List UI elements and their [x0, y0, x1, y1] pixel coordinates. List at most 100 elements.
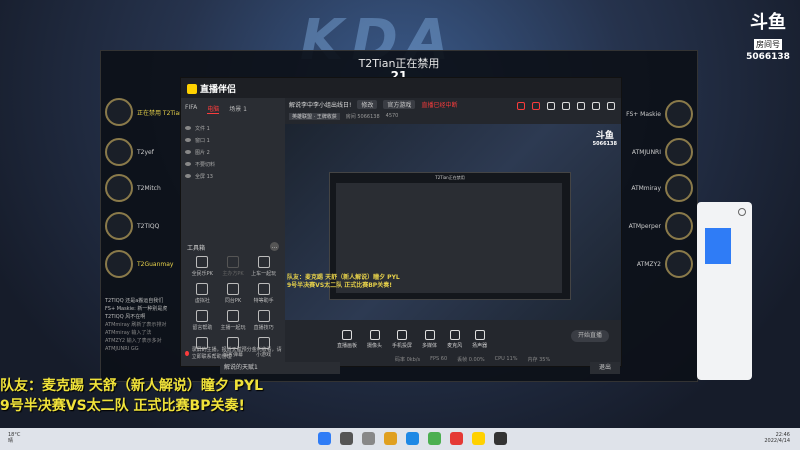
tool-item[interactable]: 直播技巧 [248, 310, 279, 331]
more-icon[interactable]: … [270, 242, 279, 251]
scene-source-list: 文件 1 窗口 1 图片 2 不要切料 全屏 13 [181, 120, 285, 184]
start-stream-button[interactable]: 开始直播 [571, 330, 609, 342]
edge-icon[interactable] [406, 432, 419, 445]
close-icon[interactable] [607, 102, 615, 110]
category-button[interactable]: 官方游戏 [383, 100, 416, 109]
game-chat-log: T2TIQQ 还是a搬运自我们 FS+ Maskie: 新一种别是虎 T2TIQ… [105, 297, 185, 353]
toolbox-grid: 全民乐PK 主办方PK 上车一起玩 虚拟社 同台PK 特等助手 留言帮助 主播一起玩 直播技巧留… [187, 256, 279, 358]
tab-scene[interactable]: 场景 1 [229, 104, 247, 114]
tool-item[interactable]: 特等助手 [248, 283, 279, 304]
tool-item[interactable]: 虚拟社 [187, 283, 218, 304]
tool-item[interactable]: 主办方PK [218, 256, 249, 277]
app-logo-icon [187, 84, 197, 94]
left-player-slot: 正在禁用 T2Tian [105, 95, 183, 129]
bag-icon[interactable] [532, 102, 540, 110]
tool-icon [196, 256, 209, 268]
eye-icon[interactable] [185, 126, 191, 130]
nested-title: T2Tian正在禁用 [435, 175, 465, 180]
room-number: 5066138 [746, 52, 790, 62]
chat-line: ATMZY2 输入了表示多对 [105, 338, 162, 344]
edit-title-button[interactable]: 修改 [357, 100, 378, 109]
gift-icon[interactable] [517, 102, 525, 110]
right-player-slot: ATMmiray [617, 171, 693, 205]
clock-date: 2022/4/14 [764, 438, 790, 444]
stream-app-icon[interactable] [472, 432, 485, 445]
task-view-icon[interactable] [362, 432, 375, 445]
game-icon[interactable] [494, 432, 507, 445]
start-icon[interactable] [318, 432, 331, 445]
taskbar: 18°C 晴 22:46 2022/4/14 [0, 428, 800, 450]
left-player-slot: T2yef [105, 135, 181, 169]
stream-preview[interactable]: 斗鱼 5066138 T2Tian正在禁用 队友：麦克踢 天舒（新人解说）瞳夕 P… [285, 124, 621, 320]
scene-tabs: FIFA 电脑 场景 1 [181, 98, 285, 120]
right-player-slot: ATMZY2 [617, 247, 693, 281]
toolbar-button[interactable]: 麦克风 [447, 329, 462, 349]
chat-line: ATMmiray 输入了法 [105, 330, 152, 336]
chat-line: T2TIQQ 还是a搬运自我们 [105, 298, 164, 304]
tool-icon [257, 310, 270, 322]
browser-icon[interactable] [428, 432, 441, 445]
minimize-icon[interactable] [577, 102, 585, 110]
tool-icon [257, 283, 270, 295]
app-icon[interactable] [450, 432, 463, 445]
tab-fifa[interactable]: FIFA [185, 104, 197, 114]
tool-icon [226, 256, 239, 268]
tool-item[interactable]: 留言帮助 [187, 310, 218, 331]
toolbar-icon [474, 329, 485, 340]
preview-douyu-logo: 斗鱼 5066138 [592, 131, 617, 147]
tool-item[interactable]: 同台PK [218, 283, 249, 304]
toolbar-icon [342, 329, 352, 340]
room-label: 房间号 [754, 39, 782, 50]
eye-icon[interactable] [185, 162, 191, 166]
eye-icon[interactable] [185, 138, 191, 142]
maximize-icon[interactable] [592, 102, 600, 110]
source-item[interactable]: 全屏 13 [185, 170, 281, 182]
weather-widget[interactable]: 18°C 晴 [8, 432, 20, 444]
category-tag[interactable]: 英雄联盟 · 王牌收获 [289, 112, 340, 120]
streaming-assistant-window: 直播伴侣 FIFA 电脑 场景 1 文件 1 窗口 1 图片 2 不要切料 全屏… [180, 77, 622, 367]
tab-computer[interactable]: 电脑 [207, 104, 220, 114]
app-titlebar: 直播伴侣 [181, 78, 621, 98]
tool-item[interactable]: 全民乐PK [187, 256, 218, 277]
tool-item[interactable]: 主播一起玩 [218, 310, 249, 331]
top-action-icons [517, 102, 615, 110]
exit-button[interactable]: 退出 [590, 362, 620, 374]
toolbar-button[interactable]: 直播画板 [337, 329, 357, 349]
eye-icon[interactable] [185, 174, 191, 178]
right-player-slot: FS+ Maskie [617, 97, 693, 131]
game-bottom-field[interactable]: 解说的天赋1 [220, 362, 340, 374]
chat-line: ATMmiray 刷新了表示排对 [105, 322, 167, 328]
room-id-text: 房间 5066138 [345, 113, 380, 120]
folder-icon[interactable] [384, 432, 397, 445]
system-tray[interactable]: 22:46 2022/4/14 [764, 432, 790, 444]
alert-icon [185, 350, 189, 356]
toolbar-button[interactable]: 摄像头 [367, 329, 382, 349]
toolbar-button[interactable]: 扬声器 [472, 329, 487, 349]
player-avatar [665, 212, 693, 240]
tool-icon [196, 310, 209, 322]
stream-caption: 队友：麦克踢 天舒（新人解说）瞳夕 PYL 9号半决赛VS太二队 正式比赛BP关… [0, 378, 264, 414]
search-icon[interactable] [340, 432, 353, 445]
toolbar-button[interactable]: 多媒体 [422, 329, 437, 349]
tool-icon [196, 283, 209, 295]
toolbar-icon [424, 329, 435, 340]
source-item[interactable]: 图片 2 [185, 146, 281, 158]
source-item[interactable]: 文件 1 [185, 122, 281, 134]
tool-icon [226, 310, 239, 322]
toolbar-icon [369, 329, 380, 340]
douyu-room-badge: 斗鱼 房间号 5066138 [742, 14, 794, 63]
left-player-slot: T2TIQQ [105, 209, 181, 243]
source-item[interactable]: 不要切料 [185, 158, 281, 170]
bell-icon[interactable] [562, 102, 570, 110]
toolbar-button[interactable]: 手机投屏 [392, 329, 412, 349]
tool-item[interactable]: 上车一起玩 [248, 256, 279, 277]
eye-icon[interactable] [185, 150, 191, 154]
toolbox-title: 工具箱 [187, 245, 206, 252]
source-item[interactable]: 窗口 1 [185, 134, 281, 146]
player-avatar [665, 174, 693, 202]
gear-icon[interactable] [738, 208, 746, 216]
app-icon [705, 228, 731, 264]
share-icon[interactable] [547, 102, 555, 110]
preview-caption: 队友：麦克踢 天舒（新人解说）瞳夕 PYL 9号半决赛VS太二队 正式比赛BP关… [287, 274, 400, 289]
live-panel: 解说李中李小组出线日! 修改 官方游戏 直播已经中断 英雄联盟 · 王牌收获 房… [285, 98, 621, 366]
